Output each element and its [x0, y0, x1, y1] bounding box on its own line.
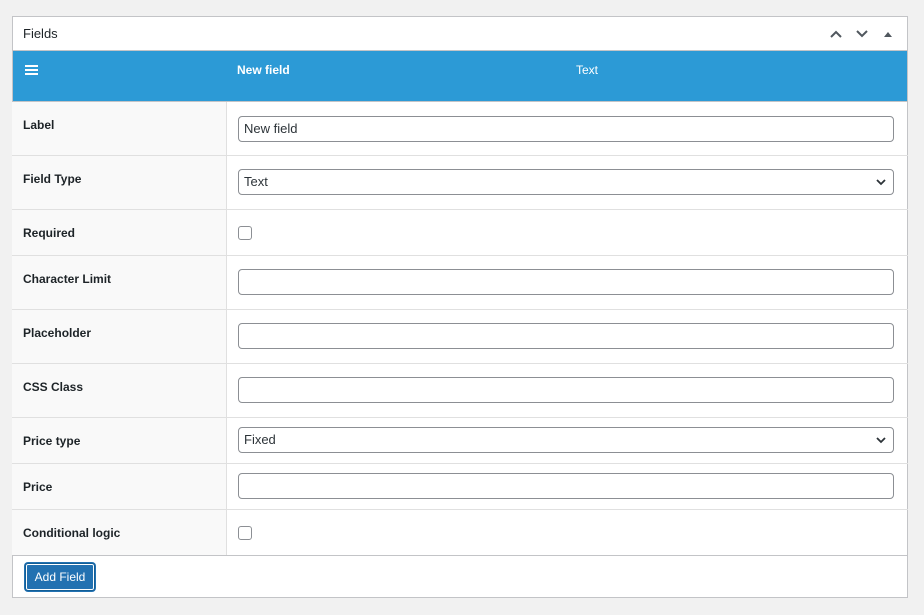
field-settings-table: Label New field Field Type Text Required… — [12, 101, 908, 556]
required-checkbox[interactable] — [238, 226, 252, 240]
field-type-select[interactable]: Text — [238, 169, 894, 195]
dropdown-chevron-icon — [876, 437, 886, 444]
character-limit-input[interactable] — [238, 269, 894, 295]
panel-header-controls — [825, 17, 899, 50]
row-placeholder: Placeholder — [12, 310, 908, 364]
label-input[interactable]: New field — [238, 116, 894, 142]
row-conditional-logic: Conditional logic — [12, 510, 908, 556]
css-class-label: CSS Class — [12, 364, 227, 417]
panel-title: Fields — [23, 26, 58, 41]
row-price: Price — [12, 464, 908, 510]
add-field-button[interactable]: Add Field — [25, 563, 95, 591]
row-css-class: CSS Class — [12, 364, 908, 418]
price-input[interactable] — [238, 473, 894, 499]
field-summary-bar[interactable]: New field Text — [13, 51, 907, 101]
fields-panel: Fields New field Text Label New field Fi… — [12, 16, 908, 598]
required-label: Required — [12, 210, 227, 255]
dropdown-chevron-icon — [876, 179, 886, 186]
row-character-limit: Character Limit — [12, 256, 908, 310]
chevron-down-icon — [856, 29, 868, 37]
row-required: Required — [12, 210, 908, 256]
toggle-panel-button[interactable] — [877, 23, 899, 45]
price-type-label: Price type — [12, 418, 227, 463]
row-label: Label New field — [12, 101, 908, 156]
placeholder-input[interactable] — [238, 323, 894, 349]
collapse-triangle-icon — [884, 31, 892, 37]
price-label: Price — [12, 464, 227, 509]
field-type-summary: Text — [576, 63, 599, 77]
field-type-label: Field Type — [12, 156, 227, 209]
menu-icon[interactable] — [25, 63, 39, 77]
placeholder-label: Placeholder — [12, 310, 227, 363]
price-type-value: Fixed — [244, 432, 276, 447]
character-limit-label: Character Limit — [12, 256, 227, 309]
label-label: Label — [12, 102, 227, 155]
conditional-logic-checkbox[interactable] — [238, 526, 252, 540]
css-class-input[interactable] — [238, 377, 894, 403]
field-type-value: Text — [244, 174, 268, 189]
move-down-button[interactable] — [851, 23, 873, 45]
conditional-logic-label: Conditional logic — [12, 510, 227, 555]
row-field-type: Field Type Text — [12, 156, 908, 210]
chevron-up-icon — [830, 30, 842, 38]
row-price-type: Price type Fixed — [12, 418, 908, 464]
price-type-select[interactable]: Fixed — [238, 427, 894, 453]
panel-header: Fields — [13, 17, 907, 51]
field-name-summary: New field — [237, 63, 290, 77]
move-up-button[interactable] — [825, 23, 847, 45]
